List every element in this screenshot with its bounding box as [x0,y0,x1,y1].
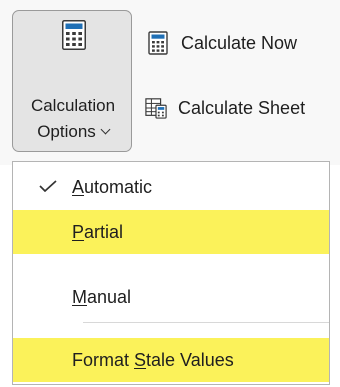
calculate-now-label: Calculate Now [181,32,298,53]
automatic-access-key: A [72,177,85,197]
menu-item-automatic-label: Automatic [72,165,152,209]
calculate-sheet-label: Calculate Sheet [178,97,306,118]
formulas-ribbon-calculation-group: Calculation Options Calculate Now Calcul… [0,0,340,165]
calculator-small-icon [148,31,168,55]
calculation-options-label-line1: Calculation [30,96,116,115]
manual-post: anual [87,287,132,307]
partial-access-key: P [72,222,85,242]
calculation-options-label-line2: Options [13,121,133,143]
menu-item-partial-label: Partial [72,210,123,254]
stale-access-key: S [134,350,147,370]
stale-pre: Format [72,350,135,370]
menu-item-manual-label: Manual [72,275,131,319]
stale-post: tale Values [146,350,234,370]
automatic-post: utomatic [84,177,153,197]
calculator-icon [62,20,86,50]
excel-calculation-options-screen: Calculation Options Calculate Now Calcul… [0,0,340,387]
calculation-options-menu: Automatic Partial Manual Format Stale Va… [12,161,330,385]
menu-item-format-stale-values[interactable]: Format Stale Values [13,338,329,382]
manual-access-key: M [72,287,87,307]
calculate-sheet-icon [145,98,167,119]
menu-item-format-stale-values-label: Format Stale Values [72,338,234,382]
chevron-down-icon [100,124,111,135]
check-icon [39,180,57,192]
calculate-sheet-button[interactable]: Calculate Sheet [145,95,305,121]
calculation-options-button[interactable]: Calculation Options [12,10,132,152]
calculate-now-button[interactable]: Calculate Now [148,30,297,56]
menu-item-automatic[interactable]: Automatic [13,165,329,209]
menu-separator [83,322,329,323]
menu-item-partial[interactable]: Partial [13,210,329,254]
partial-post: artial [84,222,124,242]
menu-item-manual[interactable]: Manual [13,275,329,319]
calculation-options-label-line2-text: Options [37,122,96,141]
